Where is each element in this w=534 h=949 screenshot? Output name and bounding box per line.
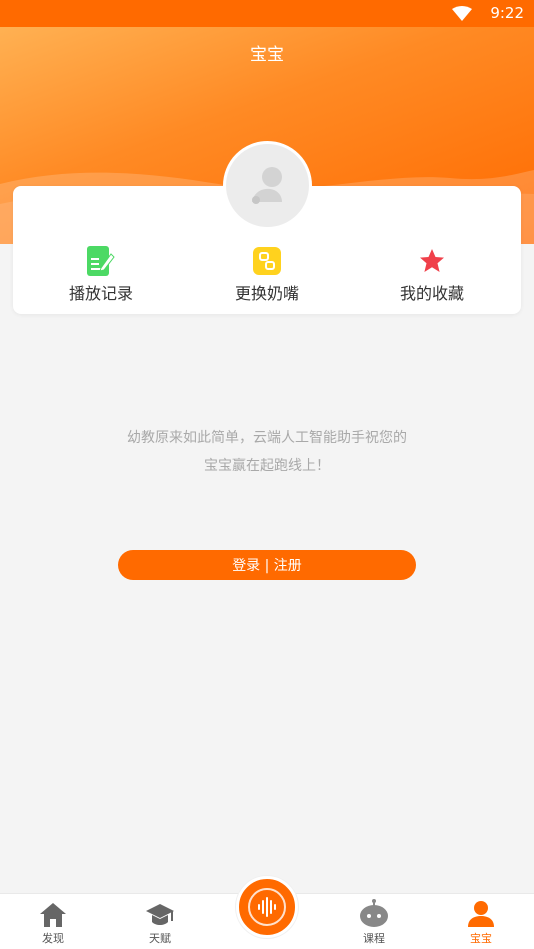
tab-label: 天赋 <box>149 932 171 945</box>
status-time: 9:22 <box>490 4 524 22</box>
page-title: 宝宝 <box>250 45 284 65</box>
tagline-line-1: 幼教原来如此简单，云端人工智能助手祝您的 <box>127 430 407 446</box>
tab-talent[interactable]: 天赋 <box>130 900 190 946</box>
tab-label: 课程 <box>363 932 385 945</box>
login-register-button[interactable]: 登录 | 注册 <box>118 550 416 580</box>
baby-avatar-icon <box>251 166 282 204</box>
tab-courses[interactable]: 课程 <box>344 899 404 946</box>
home-icon <box>40 903 66 927</box>
pacifier-icon <box>253 247 281 275</box>
tagline-line-2: 宝宝赢在起跑线上！ <box>204 458 330 474</box>
robot-icon <box>360 899 388 927</box>
document-edit-icon <box>87 246 115 276</box>
action-my-favorites[interactable]: 我的收藏 <box>372 246 492 304</box>
star-icon <box>420 249 444 272</box>
action-label: 我的收藏 <box>399 284 464 303</box>
wifi-icon <box>452 6 472 21</box>
voice-wave-icon <box>248 888 286 926</box>
action-play-history[interactable]: 播放记录 <box>41 246 161 304</box>
graduation-cap-icon <box>146 904 174 925</box>
person-icon <box>468 901 494 927</box>
avatar[interactable] <box>223 141 312 230</box>
action-label: 播放记录 <box>68 284 133 303</box>
tab-baby[interactable]: 宝宝 <box>451 900 511 946</box>
tab-label: 宝宝 <box>470 932 492 945</box>
tab-discover[interactable]: 发现 <box>23 900 83 946</box>
status-bar: 9:22 <box>0 0 534 27</box>
voice-assistant-button[interactable] <box>236 876 298 938</box>
tagline: 幼教原来如此简单，云端人工智能助手祝您的 宝宝赢在起跑线上！ <box>90 424 444 480</box>
action-label: 更换奶嘴 <box>234 284 299 303</box>
action-change-pacifier[interactable]: 更换奶嘴 <box>207 246 327 304</box>
tab-label: 发现 <box>42 932 64 945</box>
